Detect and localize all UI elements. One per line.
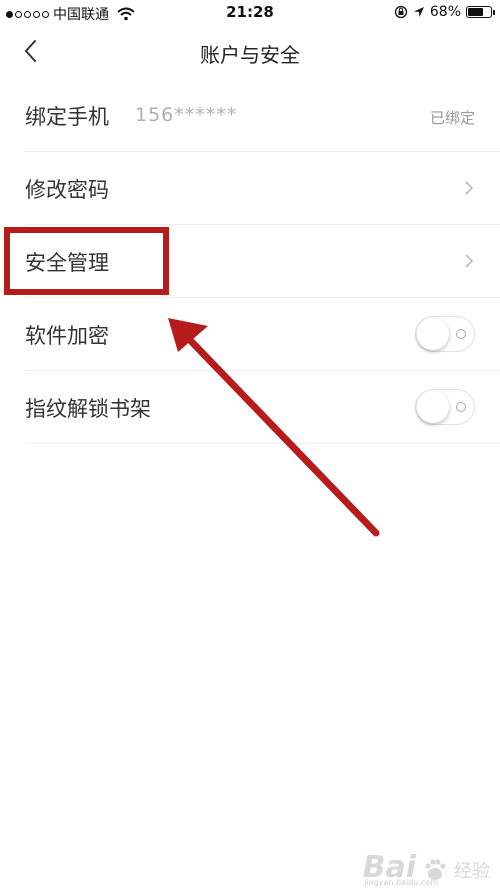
row-label: 修改密码: [25, 178, 109, 202]
chevron-right-icon: [465, 254, 474, 268]
status-bar: 中国联通 21:28 68%: [0, 0, 500, 26]
page-title: 账户与安全: [200, 43, 300, 67]
watermark-url: jingyan.baidu.com: [364, 878, 438, 887]
software-encryption-toggle[interactable]: [415, 316, 475, 352]
chevron-right-icon: [465, 181, 474, 195]
navigation-bar: 账户与安全: [0, 26, 500, 76]
bind-phone-row[interactable]: 绑定手机 156****** 已绑定: [25, 79, 500, 152]
row-label: 绑定手机: [25, 105, 109, 129]
toggle-off-icon: [456, 329, 466, 339]
bind-status: 已绑定: [429, 109, 475, 127]
toggle-knob: [417, 318, 449, 350]
battery-fill: [468, 8, 483, 16]
fingerprint-unlock-row: 指纹解锁书架: [25, 371, 500, 444]
software-encryption-row: 软件加密: [25, 298, 500, 371]
location-arrow-icon: [413, 7, 424, 17]
row-label: 指纹解锁书架: [25, 397, 151, 421]
status-bar-right: 68%: [394, 4, 495, 20]
row-label: 软件加密: [25, 324, 109, 348]
change-password-row[interactable]: 修改密码: [25, 152, 500, 225]
watermark-text: 经验: [454, 861, 490, 882]
toggle-off-icon: [456, 402, 466, 412]
phone-number: 156******: [135, 104, 238, 126]
fingerprint-unlock-toggle[interactable]: [415, 389, 475, 425]
annotation-highlight-box: [4, 227, 169, 295]
battery-percent: 68%: [429, 4, 461, 20]
toggle-knob: [417, 391, 449, 423]
orientation-lock-icon: [394, 5, 408, 19]
battery-icon: [466, 6, 495, 18]
